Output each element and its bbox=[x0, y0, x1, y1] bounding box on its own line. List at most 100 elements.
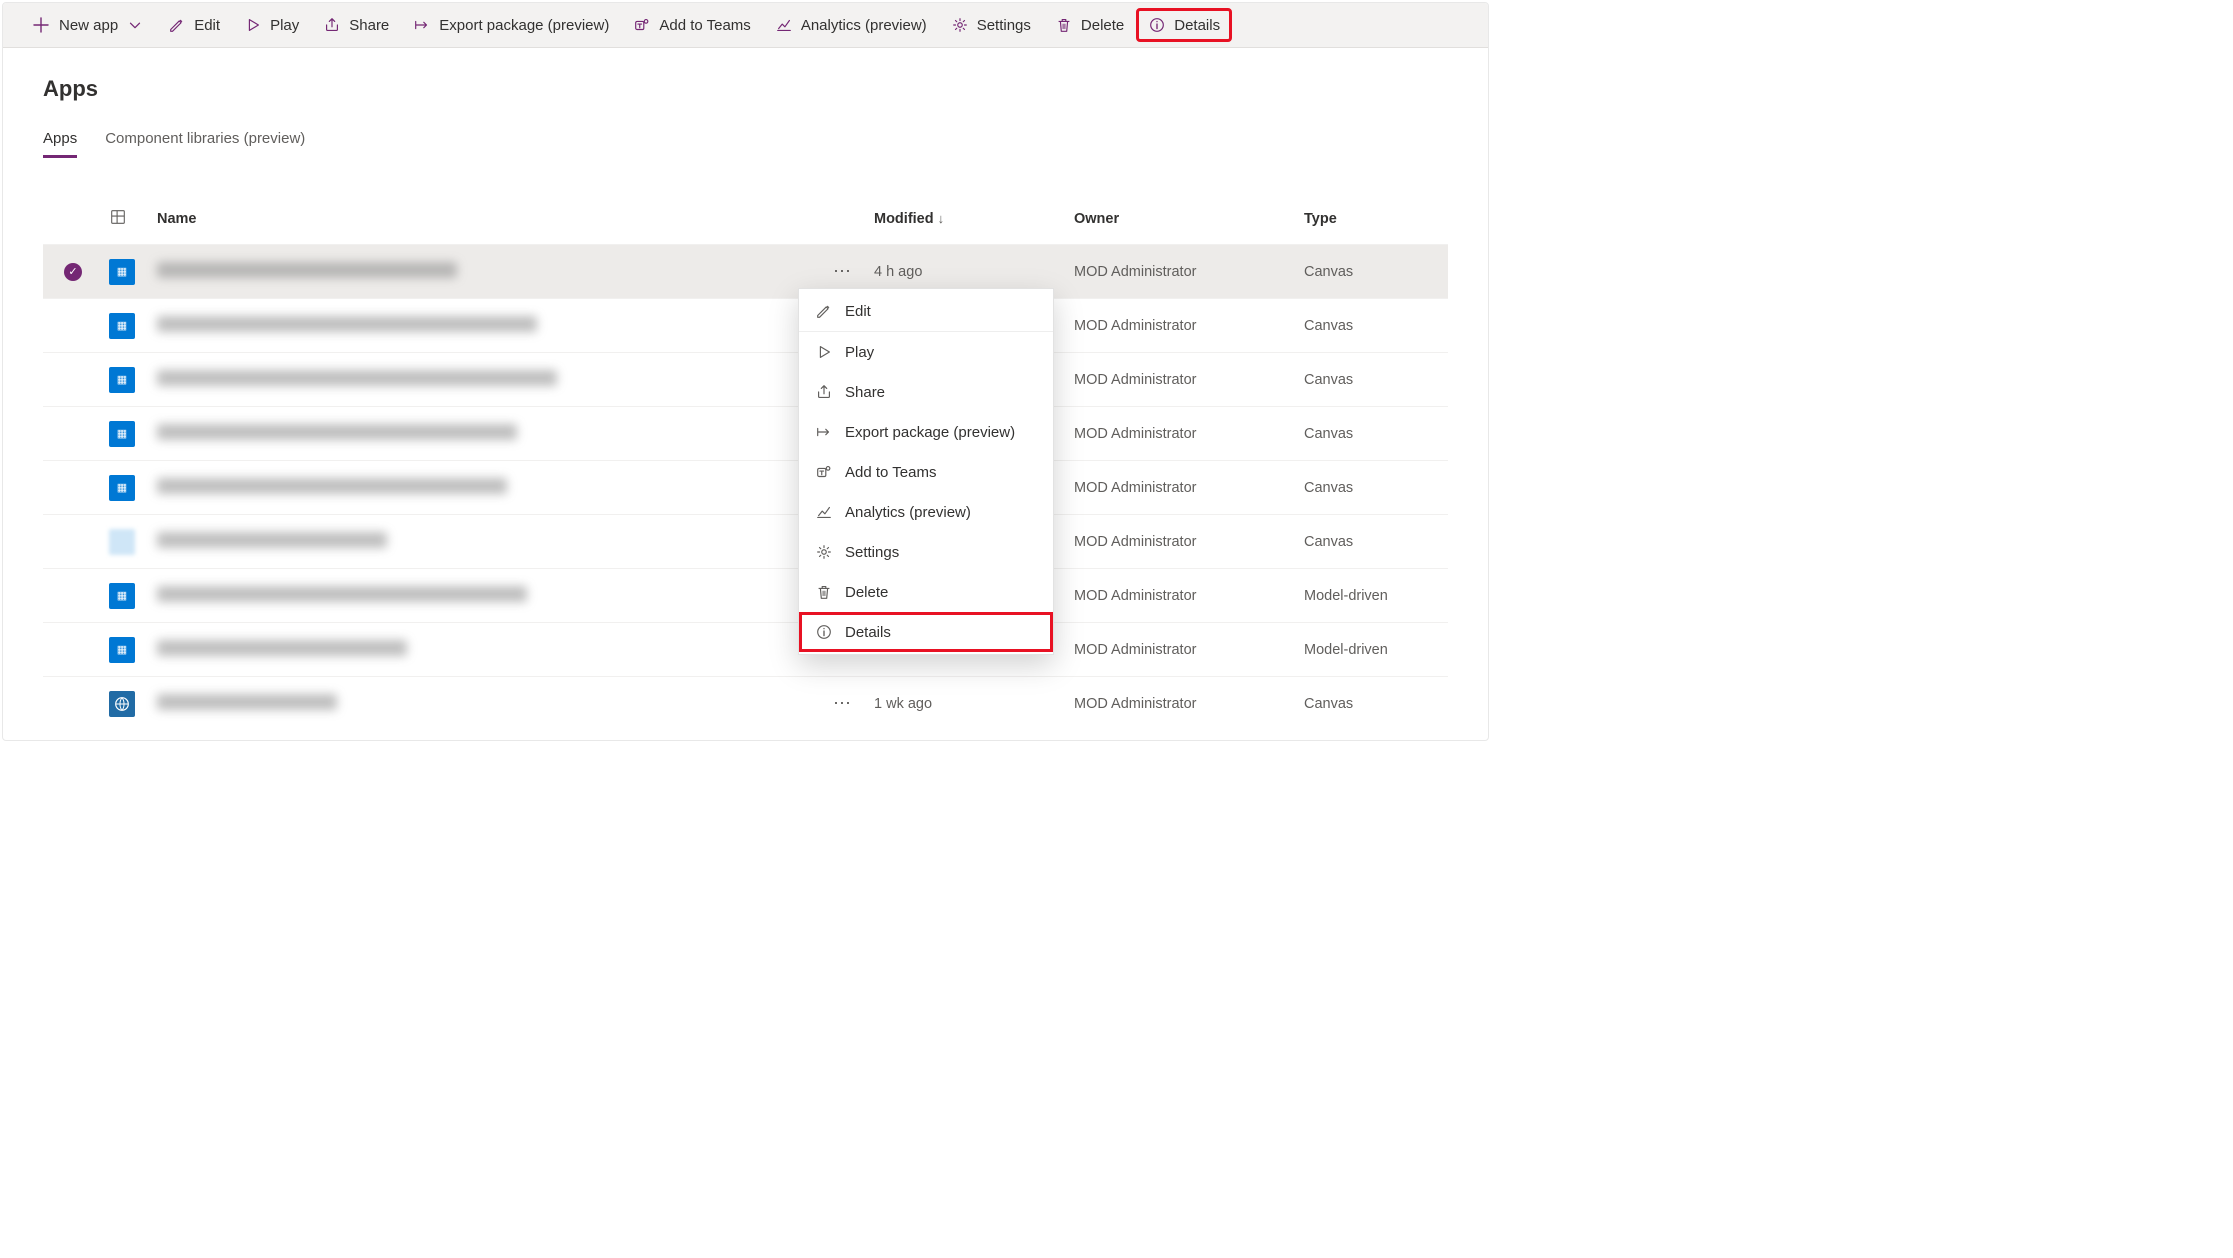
app-frame: New app Edit Play Share Export package (… bbox=[2, 2, 1489, 741]
delete-label: Delete bbox=[1081, 17, 1124, 34]
cell-owner: MOD Administrator bbox=[1068, 584, 1298, 608]
analytics-button[interactable]: Analytics (preview) bbox=[765, 10, 937, 40]
table-row[interactable]: MOD AdministratorCanvas bbox=[43, 514, 1448, 568]
selected-check-icon[interactable]: ✓ bbox=[64, 263, 82, 281]
table-row[interactable]: ▦ MOD AdministratorModel-driven bbox=[43, 568, 1448, 622]
view-switcher[interactable] bbox=[103, 204, 151, 234]
table-body: ✓▦⋯4 h agoMOD AdministratorCanvas▦MOD Ad… bbox=[43, 244, 1448, 730]
menu-settings[interactable]: Settings bbox=[799, 532, 1053, 572]
col-type[interactable]: Type bbox=[1298, 207, 1448, 231]
app-type-icon: ▦ bbox=[109, 259, 135, 285]
cell-owner: MOD Administrator bbox=[1068, 638, 1298, 662]
plus-icon bbox=[31, 15, 51, 35]
app-type-icon: ▦ bbox=[109, 475, 135, 501]
table-header: Name Modified↓ Owner Type bbox=[43, 194, 1448, 244]
col-name[interactable]: Name bbox=[151, 207, 818, 231]
share-button[interactable]: Share bbox=[313, 10, 399, 40]
cell-type: Canvas bbox=[1298, 692, 1448, 716]
add-to-teams-label: Add to Teams bbox=[659, 17, 750, 34]
col-modified[interactable]: Modified↓ bbox=[868, 207, 1068, 231]
share-label: Share bbox=[349, 17, 389, 34]
analytics-label: Analytics (preview) bbox=[801, 17, 927, 34]
menu-analytics[interactable]: Analytics (preview) bbox=[799, 492, 1053, 532]
col-owner[interactable]: Owner bbox=[1068, 207, 1298, 231]
cell-owner: MOD Administrator bbox=[1068, 368, 1298, 392]
content-area: Apps Apps Component libraries (preview) … bbox=[3, 48, 1488, 740]
settings-icon bbox=[951, 16, 969, 34]
tab-apps[interactable]: Apps bbox=[43, 130, 77, 158]
export-package-label: Export package (preview) bbox=[439, 17, 609, 34]
app-name-redacted bbox=[157, 532, 387, 548]
export-icon bbox=[413, 16, 431, 34]
app-name-redacted bbox=[157, 694, 337, 710]
new-app-label: New app bbox=[59, 17, 118, 34]
app-name-redacted bbox=[157, 370, 557, 386]
settings-icon bbox=[815, 543, 833, 561]
details-label: Details bbox=[1174, 17, 1220, 34]
menu-export-package[interactable]: Export package (preview) bbox=[799, 412, 1053, 452]
row-more-actions[interactable]: ⋯ bbox=[818, 689, 868, 718]
table-row[interactable]: ▦ MOD AdministratorModel-driven bbox=[43, 622, 1448, 676]
table-row[interactable]: ▦MOD AdministratorCanvas bbox=[43, 298, 1448, 352]
menu-play[interactable]: Play bbox=[799, 331, 1053, 372]
edit-button[interactable]: Edit bbox=[158, 10, 230, 40]
cell-modified: 1 wk ago bbox=[868, 692, 1068, 716]
menu-add-to-teams[interactable]: Add to Teams bbox=[799, 452, 1053, 492]
menu-delete[interactable]: Delete bbox=[799, 572, 1053, 612]
analytics-icon bbox=[775, 16, 793, 34]
command-bar: New app Edit Play Share Export package (… bbox=[3, 3, 1488, 48]
sort-arrow-icon: ↓ bbox=[938, 211, 945, 226]
app-type-icon: ▦ bbox=[109, 637, 135, 663]
cell-type: Canvas bbox=[1298, 314, 1448, 338]
table-row[interactable]: ▦ MOD AdministratorCanvas bbox=[43, 460, 1448, 514]
app-type-icon: ▦ bbox=[109, 421, 135, 447]
play-icon bbox=[815, 343, 833, 361]
edit-icon bbox=[168, 16, 186, 34]
page-title: Apps bbox=[43, 76, 1448, 102]
delete-button[interactable]: Delete bbox=[1045, 10, 1134, 40]
delete-icon bbox=[1055, 16, 1073, 34]
edit-label: Edit bbox=[194, 17, 220, 34]
cell-owner: MOD Administrator bbox=[1068, 692, 1298, 716]
add-to-teams-button[interactable]: Add to Teams bbox=[623, 10, 760, 40]
play-button[interactable]: Play bbox=[234, 10, 309, 40]
app-type-icon: ▦ bbox=[109, 367, 135, 393]
context-menu: Edit Play Share Export package (preview)… bbox=[798, 288, 1054, 655]
menu-share[interactable]: Share bbox=[799, 372, 1053, 412]
cell-type: Canvas bbox=[1298, 422, 1448, 446]
row-more-actions[interactable]: ⋯ bbox=[818, 257, 868, 286]
menu-details[interactable]: Details bbox=[799, 612, 1053, 652]
new-app-button[interactable]: New app bbox=[21, 9, 154, 41]
app-name-redacted bbox=[157, 586, 527, 602]
tab-strip: Apps Component libraries (preview) bbox=[43, 130, 1448, 158]
export-package-button[interactable]: Export package (preview) bbox=[403, 10, 619, 40]
cell-owner: MOD Administrator bbox=[1068, 260, 1298, 284]
cell-owner: MOD Administrator bbox=[1068, 422, 1298, 446]
cell-type: Canvas bbox=[1298, 476, 1448, 500]
cell-owner: MOD Administrator bbox=[1068, 314, 1298, 338]
table-row[interactable]: ⋯1 wk agoMOD AdministratorCanvas bbox=[43, 676, 1448, 730]
settings-button[interactable]: Settings bbox=[941, 10, 1041, 40]
share-icon bbox=[815, 383, 833, 401]
info-icon bbox=[815, 623, 833, 641]
cell-type: Canvas bbox=[1298, 260, 1448, 284]
table-row[interactable]: ✓▦⋯4 h agoMOD AdministratorCanvas bbox=[43, 244, 1448, 298]
menu-edit[interactable]: Edit bbox=[799, 291, 1053, 331]
play-icon bbox=[244, 16, 262, 34]
tab-component-libraries[interactable]: Component libraries (preview) bbox=[105, 130, 305, 158]
app-name-redacted bbox=[157, 316, 537, 332]
cell-type: Model-driven bbox=[1298, 638, 1448, 662]
teams-icon bbox=[815, 463, 833, 481]
details-button[interactable]: Details bbox=[1138, 10, 1230, 40]
export-icon bbox=[815, 423, 833, 441]
cell-type: Model-driven bbox=[1298, 584, 1448, 608]
table-row[interactable]: ▦MOD AdministratorCanvas bbox=[43, 352, 1448, 406]
cell-owner: MOD Administrator bbox=[1068, 476, 1298, 500]
app-name-redacted bbox=[157, 262, 457, 278]
teams-icon bbox=[633, 16, 651, 34]
table-row[interactable]: ▦ MOD AdministratorCanvas bbox=[43, 406, 1448, 460]
app-type-icon bbox=[109, 529, 135, 555]
app-type-icon: ▦ bbox=[109, 583, 135, 609]
cell-type: Canvas bbox=[1298, 530, 1448, 554]
app-name-redacted bbox=[157, 640, 407, 656]
